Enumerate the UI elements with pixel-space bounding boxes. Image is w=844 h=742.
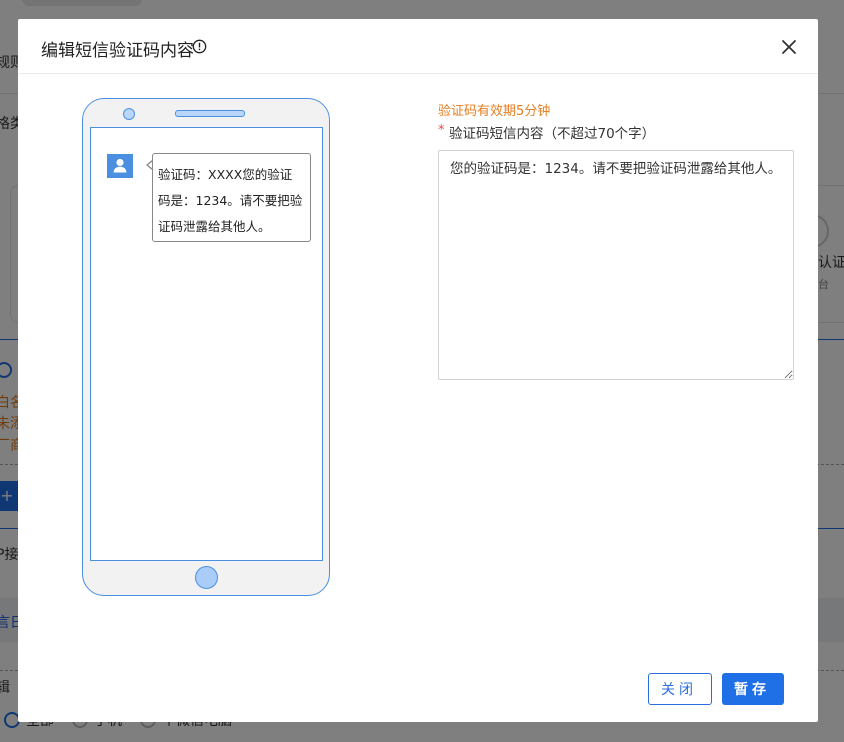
save-button[interactable]: 暂存 [722, 673, 784, 705]
edit-sms-dialog: 编辑短信验证码内容 验证码：XXXX您的验证码是：1234。请不要把验证码泄露给… [18, 19, 818, 722]
phone-camera [123, 108, 135, 120]
phone-speaker [175, 110, 245, 117]
required-mark: * [438, 123, 445, 138]
close-icon[interactable] [780, 38, 798, 56]
dialog-title: 编辑短信验证码内容 [41, 41, 194, 61]
validity-note: 验证码有效期5分钟 [438, 104, 551, 119]
sms-content-label: 验证码短信内容（不超过70个字） [449, 126, 656, 142]
phone-home-button [195, 566, 218, 589]
user-avatar-icon [107, 154, 133, 178]
phone-preview: 验证码：XXXX您的验证码是：1234。请不要把验证码泄露给其他人。 [82, 98, 330, 596]
close-button[interactable]: 关闭 [648, 673, 712, 705]
phone-screen: 验证码：XXXX您的验证码是：1234。请不要把验证码泄露给其他人。 [90, 127, 323, 561]
dialog-header: 编辑短信验证码内容 [18, 19, 818, 74]
sms-message-bubble: 验证码：XXXX您的验证码是：1234。请不要把验证码泄露给其他人。 [152, 153, 311, 242]
sms-content-textarea[interactable]: 您的验证码是：1234。请不要把验证码泄露给其他人。 [438, 150, 794, 380]
info-circle-icon[interactable] [192, 39, 207, 54]
